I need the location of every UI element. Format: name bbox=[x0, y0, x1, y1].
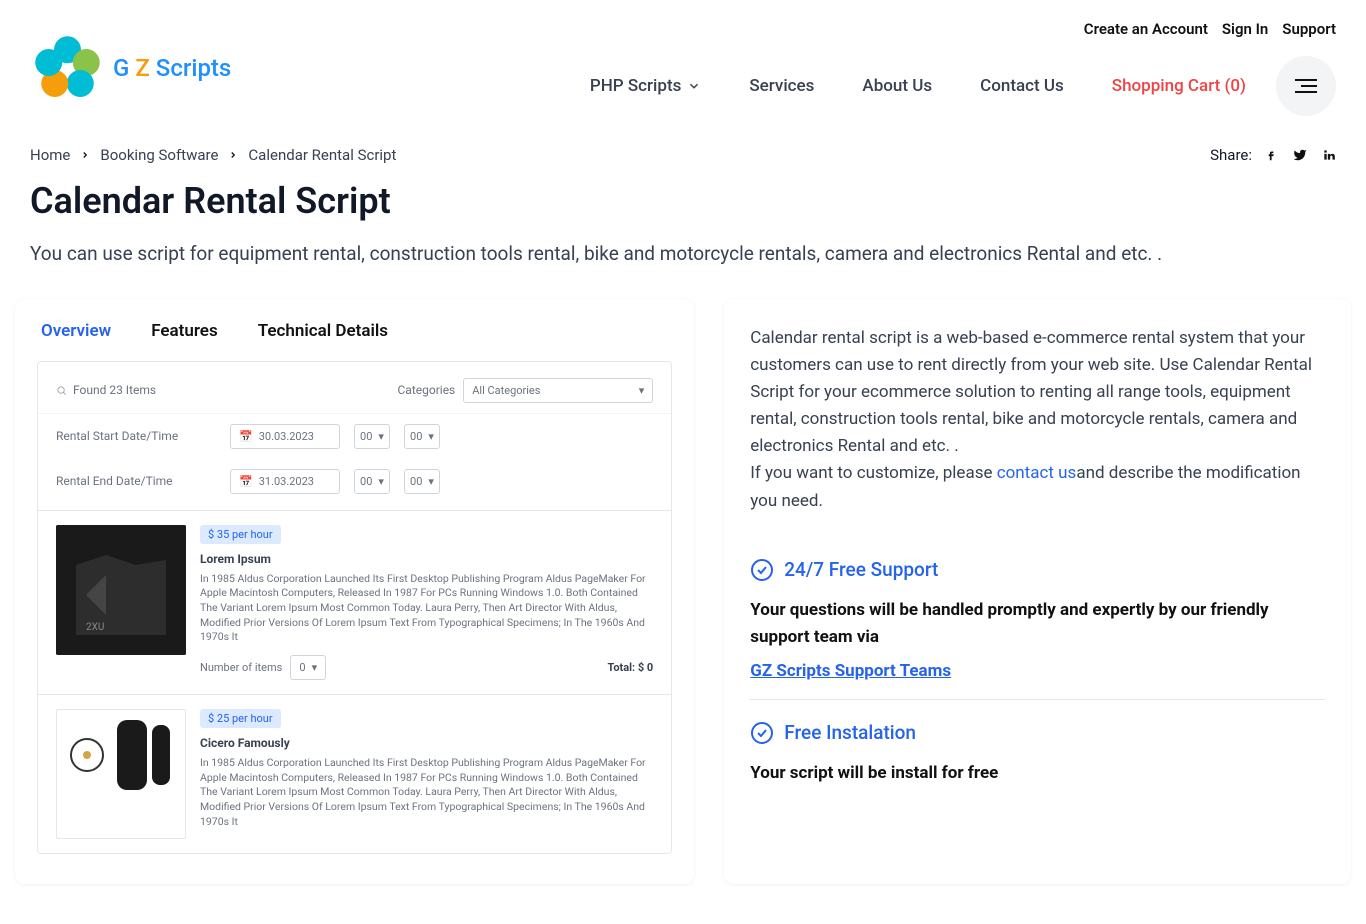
chevron-down-icon: ▾ bbox=[639, 384, 645, 397]
share-label: Share: bbox=[1210, 146, 1252, 164]
list-item: 2XU $ 35 per hour Lorem Ipsum In 1985 Al… bbox=[38, 510, 671, 694]
feature-install-heading: Free Instalation bbox=[750, 718, 1325, 748]
item-description: In 1985 Aldus Corporation Launched Its F… bbox=[200, 756, 653, 829]
nav-contact[interactable]: Contact Us bbox=[980, 76, 1064, 96]
end-hour-select[interactable]: 00 ▾ bbox=[354, 469, 390, 494]
item-title: Cicero Famously bbox=[200, 736, 653, 750]
category-label: Categories bbox=[398, 383, 456, 397]
share: Share: bbox=[1210, 146, 1336, 164]
svg-text:2XU: 2XU bbox=[86, 622, 104, 633]
price-badge: $ 35 per hour bbox=[200, 525, 281, 544]
contact-us-link[interactable]: contact us bbox=[997, 463, 1077, 483]
linkedin-icon[interactable] bbox=[1322, 148, 1336, 162]
end-date-input[interactable]: 📅 31.03.2023 bbox=[230, 469, 340, 494]
list-item: $ 25 per hour Cicero Famously In 1985 Al… bbox=[38, 694, 671, 853]
main-card: Overview Features Technical Details Foun… bbox=[15, 299, 694, 885]
hamburger-icon bbox=[1295, 79, 1317, 93]
number-of-items-label: Number of items bbox=[200, 661, 282, 674]
divider bbox=[750, 699, 1325, 700]
found-count: Found 23 Items bbox=[73, 383, 156, 397]
breadcrumb-current: Calendar Rental Script bbox=[248, 146, 396, 164]
main-nav: PHP Scripts Services About Us Contact Us… bbox=[590, 76, 1246, 96]
price-badge: $ 25 per hour bbox=[200, 709, 281, 728]
calendar-icon: 📅 bbox=[239, 475, 253, 488]
signin-link[interactable]: Sign In bbox=[1222, 20, 1268, 38]
tab-overview[interactable]: Overview bbox=[41, 321, 111, 341]
chevron-down-icon bbox=[687, 79, 701, 93]
breadcrumb-category[interactable]: Booking Software bbox=[100, 146, 218, 164]
check-circle-icon bbox=[750, 558, 774, 582]
start-date-input[interactable]: 📅 30.03.2023 bbox=[230, 424, 340, 449]
feature-support-body: Your questions will be handled promptly … bbox=[750, 597, 1325, 651]
check-circle-icon bbox=[750, 721, 774, 745]
page-title: Calendar Rental Script bbox=[30, 180, 1336, 222]
search-icon bbox=[56, 385, 67, 396]
feature-support-heading: 24/7 Free Support bbox=[750, 555, 1325, 585]
logo-icon bbox=[30, 31, 105, 106]
start-hour-select[interactable]: 00 ▾ bbox=[354, 424, 390, 449]
tab-technical[interactable]: Technical Details bbox=[258, 321, 388, 341]
menu-button[interactable] bbox=[1276, 56, 1336, 116]
nav-shopping-cart[interactable]: Shopping Cart (0) bbox=[1112, 76, 1246, 96]
chevron-right-icon bbox=[80, 150, 90, 160]
start-date-label: Rental Start Date/Time bbox=[56, 429, 216, 443]
page-subtitle: You can use script for equipment rental,… bbox=[30, 240, 1336, 269]
logo-text: G Z Scripts bbox=[113, 54, 231, 82]
create-account-link[interactable]: Create an Account bbox=[1084, 20, 1208, 38]
breadcrumb-home[interactable]: Home bbox=[30, 146, 70, 164]
nav-php-scripts[interactable]: PHP Scripts bbox=[590, 76, 701, 96]
end-date-label: Rental End Date/Time bbox=[56, 474, 216, 488]
calendar-icon: 📅 bbox=[239, 430, 253, 443]
tabs: Overview Features Technical Details bbox=[37, 321, 672, 341]
facebook-icon[interactable] bbox=[1264, 148, 1278, 162]
sidebar-card: Calendar rental script is a web-based e-… bbox=[724, 299, 1351, 885]
twitter-icon[interactable] bbox=[1292, 148, 1308, 162]
breadcrumb: Home Booking Software Calendar Rental Sc… bbox=[30, 146, 396, 164]
item-title: Lorem Ipsum bbox=[200, 552, 653, 566]
feature-install-body: Your script will be install for free bbox=[750, 760, 1325, 787]
customize-note: If you want to customize, please contact… bbox=[750, 460, 1325, 514]
start-min-select[interactable]: 00 ▾ bbox=[404, 424, 440, 449]
item-total: Total: $ 0 bbox=[607, 661, 653, 674]
chevron-right-icon bbox=[228, 150, 238, 160]
end-min-select[interactable]: 00 ▾ bbox=[404, 469, 440, 494]
support-teams-link[interactable]: GZ Scripts Support Teams bbox=[750, 661, 951, 681]
item-image bbox=[56, 709, 186, 839]
preview-screenshot: Found 23 Items Categories All Categories… bbox=[37, 361, 672, 855]
tab-features[interactable]: Features bbox=[151, 321, 218, 341]
nav-about[interactable]: About Us bbox=[862, 76, 932, 96]
logo[interactable]: G Z Scripts bbox=[30, 31, 231, 106]
item-image: 2XU bbox=[56, 525, 186, 655]
quantity-select[interactable]: 0 ▾ bbox=[290, 655, 326, 680]
item-description: In 1985 Aldus Corporation Launched Its F… bbox=[200, 572, 653, 645]
category-select[interactable]: All Categories ▾ bbox=[463, 378, 653, 403]
support-link[interactable]: Support bbox=[1282, 20, 1336, 38]
top-links: Create an Account Sign In Support bbox=[1084, 20, 1336, 38]
nav-services[interactable]: Services bbox=[749, 76, 814, 96]
product-description: Calendar rental script is a web-based e-… bbox=[750, 325, 1325, 461]
